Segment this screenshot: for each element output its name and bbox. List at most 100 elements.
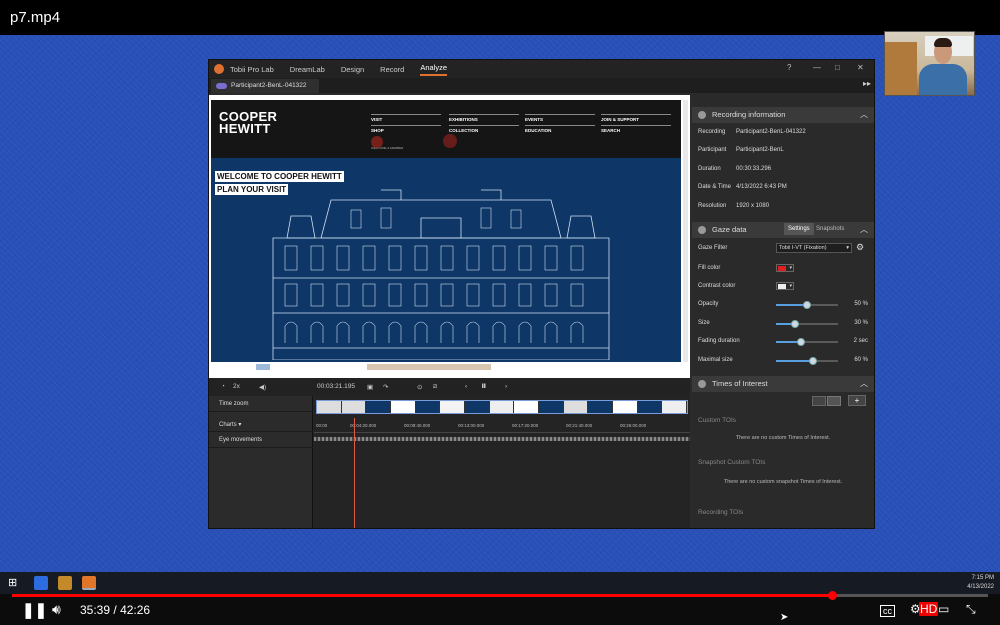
recording-info-header[interactable]: Recording information ︿ bbox=[692, 107, 874, 123]
opacity-row: Opacity 50 % bbox=[698, 301, 868, 309]
volume-icon[interactable]: ◀) bbox=[259, 383, 266, 391]
playback-toolbar: ◔ 2x ◀) 00:03:21.195 ▣ ↷ ⊙ ⧄ ‹ ⏸ › bbox=[209, 378, 690, 396]
taskbar-clock[interactable]: 7:15 PM 4/13/2022 bbox=[967, 574, 994, 592]
site-nav-collection: COLLECTION bbox=[449, 125, 519, 133]
collapse-icon[interactable]: ︿ bbox=[860, 378, 868, 389]
miniplayer-icon[interactable]: ▭ bbox=[938, 602, 949, 616]
expand-panel-icon[interactable]: ▸▸ bbox=[863, 79, 871, 88]
lane-eye-movements: Eye movements bbox=[209, 434, 313, 448]
opacity-slider[interactable] bbox=[776, 301, 838, 309]
gear-icon[interactable]: ⚙ bbox=[856, 242, 864, 253]
maximal-size-slider[interactable] bbox=[776, 357, 838, 365]
gaze-filter-select[interactable]: Tobii I-VT (Fixation) ▾ bbox=[776, 243, 852, 253]
windows-start-icon[interactable]: ⊞ bbox=[8, 576, 17, 589]
tobii-logo-icon bbox=[214, 64, 224, 74]
video-progress-bar[interactable] bbox=[12, 591, 988, 600]
eye-icon bbox=[698, 226, 706, 234]
timeline-lanes: Time zoom Charts ▾ Eye movements bbox=[209, 396, 313, 528]
fading-duration-slider[interactable] bbox=[776, 338, 838, 346]
pause-icon[interactable]: ❚❚ bbox=[22, 601, 47, 619]
collapse-icon[interactable]: ︿ bbox=[860, 109, 868, 120]
app-titlebar: Tobii Pro Lab DreamLab Design Record Ana… bbox=[209, 60, 874, 78]
recording-tab-label: Participant2-BenL-041322 bbox=[231, 82, 307, 89]
playback-time: 00:03:21.195 bbox=[317, 383, 355, 390]
site-nav-exhibitions: EXHIBITIONS bbox=[449, 114, 519, 122]
fading-duration-row: Fading duration 2 sec bbox=[698, 338, 868, 346]
recording-toi-title: Recording TOIs bbox=[698, 509, 744, 516]
contrast-color-picker[interactable]: ▾ bbox=[776, 282, 794, 290]
lane-time-zoom[interactable]: Time zoom bbox=[209, 398, 313, 412]
maximize-icon[interactable]: □ bbox=[835, 63, 840, 72]
crop-icon[interactable]: ⧄ bbox=[433, 383, 437, 391]
contrast-color-row: Contrast color ▾ bbox=[698, 282, 794, 290]
info-row-recording: Recording Participant2-BenL-041322 bbox=[698, 129, 806, 135]
app-cube-icon[interactable] bbox=[58, 576, 72, 590]
tobii-window: Tobii Pro Lab DreamLab Design Record Ana… bbox=[208, 59, 875, 529]
next-icon[interactable]: › bbox=[505, 383, 507, 390]
playback-speed[interactable]: 2x bbox=[233, 383, 240, 390]
gaze-data-header[interactable]: Gaze data ︿ bbox=[692, 222, 874, 238]
timeline-area: ◔ 2x ◀) 00:03:21.195 ▣ ↷ ⊙ ⧄ ‹ ⏸ › Time … bbox=[209, 378, 690, 528]
video-thumbnails[interactable] bbox=[316, 400, 688, 414]
previous-icon[interactable]: ‹ bbox=[465, 383, 467, 390]
nav-analyze[interactable]: Analyze bbox=[420, 63, 448, 76]
site-nav-join: JOIN & SUPPORT bbox=[601, 114, 671, 122]
nav-dreamlab[interactable]: DreamLab bbox=[290, 65, 325, 74]
snapshot-icon[interactable]: ▣ bbox=[367, 383, 373, 391]
timeline-track[interactable]: 00:00 00:04:20.000 00:08:40.000 00:13:00… bbox=[314, 396, 690, 528]
right-panel: Recording information ︿ Recording Partici… bbox=[692, 95, 874, 528]
size-slider[interactable] bbox=[776, 320, 838, 328]
grid-view-icon[interactable] bbox=[812, 396, 826, 406]
lane-charts[interactable]: Charts ▾ bbox=[209, 418, 313, 432]
site-nav-shop: SHOP bbox=[371, 125, 441, 133]
close-icon[interactable]: ✕ bbox=[857, 63, 864, 72]
stimulus-webpage: COOPER HEWITT VISIT EXHIBITIONS EVENTS J… bbox=[211, 100, 681, 362]
add-toi-button[interactable]: + bbox=[848, 395, 866, 406]
webcam-feed bbox=[884, 31, 975, 96]
stimulus-scrollbar[interactable] bbox=[683, 100, 688, 362]
minimize-icon[interactable]: — bbox=[813, 63, 821, 72]
help-icon[interactable]: ? bbox=[787, 63, 791, 72]
fill-color-swatch bbox=[778, 266, 786, 271]
nav-design[interactable]: Design bbox=[341, 65, 364, 74]
nav-record[interactable]: Record bbox=[380, 65, 404, 74]
mouse-cursor-icon: ➤ bbox=[780, 612, 789, 623]
recording-tab[interactable]: Participant2-BenL-041322 bbox=[211, 79, 319, 93]
gaze-fixation-dot bbox=[443, 134, 457, 148]
pause-icon[interactable]: ⏸ bbox=[481, 380, 487, 393]
times-of-interest-header[interactable]: Times of Interest ︿ bbox=[692, 376, 874, 392]
tobii-app-icon[interactable] bbox=[82, 576, 96, 590]
zoom-app-icon[interactable] bbox=[34, 576, 48, 590]
custom-toi-empty: There are no custom Times of Interest. bbox=[735, 435, 831, 441]
info-row-datetime: Date & Time 4/13/2022 6:43 PM bbox=[698, 184, 787, 190]
eye-icon bbox=[216, 83, 227, 89]
captions-icon[interactable]: cc bbox=[880, 605, 895, 617]
speed-gauge-icon[interactable]: ◔ bbox=[221, 383, 225, 390]
windows-taskbar: ⊞ 7:15 PM 4/13/2022 bbox=[0, 572, 1000, 594]
video-title: p7.mp4 bbox=[0, 0, 1000, 35]
share-icon[interactable]: ↷ bbox=[383, 383, 388, 391]
sync-icon[interactable]: ⊙ bbox=[417, 383, 422, 391]
video-progress-played bbox=[12, 594, 832, 597]
snapshot-toi-title: Snapshot Custom TOIs bbox=[698, 459, 766, 466]
size-row: Size 30 % bbox=[698, 320, 868, 328]
volume-icon[interactable]: 🔊︎ bbox=[52, 601, 61, 618]
playhead[interactable] bbox=[354, 418, 355, 528]
video-progress-knob[interactable] bbox=[827, 591, 837, 600]
tab-settings[interactable]: Settings bbox=[784, 223, 814, 235]
clock-icon bbox=[698, 380, 706, 388]
site-nav-visit: VISIT bbox=[371, 114, 441, 122]
collapse-icon[interactable]: ︿ bbox=[860, 224, 868, 235]
list-view-icon[interactable] bbox=[827, 396, 841, 406]
site-nav-search: SEARCH bbox=[601, 125, 671, 133]
site-header: COOPER HEWITT VISIT EXHIBITIONS EVENTS J… bbox=[211, 100, 681, 158]
app-name: Tobii Pro Lab bbox=[230, 64, 274, 74]
contrast-color-swatch bbox=[778, 284, 786, 289]
stimulus-footer-strip bbox=[211, 362, 681, 370]
fill-color-picker[interactable]: ▾ bbox=[776, 264, 794, 272]
info-row-participant: Participant Participant2-BenL bbox=[698, 147, 784, 153]
fill-color-row: Fill color ▾ bbox=[698, 264, 794, 272]
tab-snapshots[interactable]: Snapshots bbox=[816, 226, 844, 232]
exit-fullscreen-icon[interactable]: ⤡ bbox=[966, 602, 976, 617]
custom-toi-title: Custom TOIs bbox=[698, 417, 737, 424]
